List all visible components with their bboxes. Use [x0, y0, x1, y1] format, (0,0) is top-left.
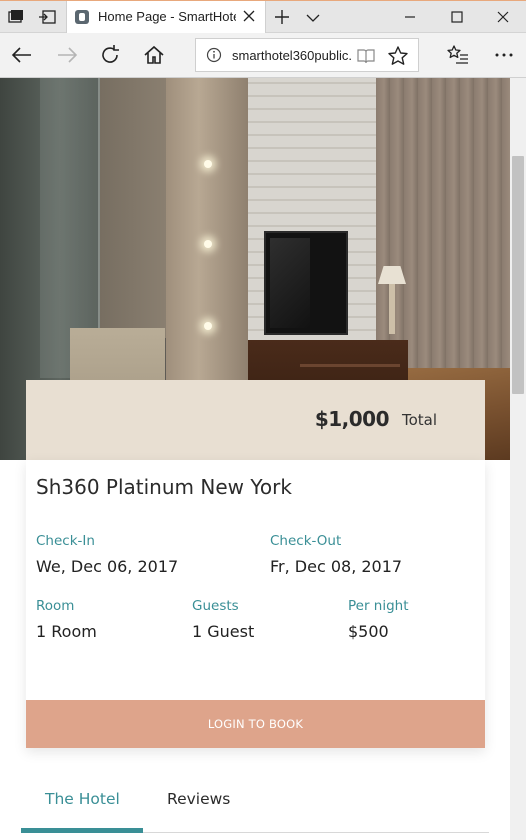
set-aside-icon[interactable] — [36, 6, 58, 28]
page-scrollbar[interactable] — [510, 78, 526, 840]
scrollbar-thumb[interactable] — [512, 156, 524, 394]
home-icon[interactable] — [142, 43, 166, 67]
page-viewport[interactable]: $1,000 Total Sh360 Platinum New York Che… — [0, 78, 510, 840]
browser-nav-bar: smarthotel360public.azurewebsites.net — [0, 33, 526, 78]
browser-tab-active[interactable]: Home Page - SmartHotel360 — [66, 1, 266, 33]
guests-value: 1 Guest — [192, 622, 255, 641]
tabs-divider — [143, 832, 489, 833]
tab-title: Home Page - SmartHotel360 — [98, 9, 236, 24]
more-icon[interactable] — [492, 43, 516, 67]
guests-label: Guests — [192, 598, 239, 614]
login-to-book-label: LOGIN TO BOOK — [207, 717, 304, 731]
forward-arrow-icon[interactable] — [55, 43, 79, 67]
login-to-book-button[interactable]: LOGIN TO BOOK — [26, 700, 485, 748]
checkin-label: Check-In — [36, 533, 95, 549]
refresh-icon[interactable] — [98, 43, 122, 67]
active-tab-indicator — [21, 828, 143, 833]
address-url[interactable]: smarthotel360public.azurewebsites.net — [232, 48, 352, 63]
address-bar[interactable]: smarthotel360public.azurewebsites.net — [195, 38, 419, 72]
smarthotel-favicon-icon — [75, 10, 89, 24]
price-band: $1,000 Total — [26, 380, 485, 460]
tabs-aside-icon[interactable] — [5, 6, 27, 28]
minimize-icon[interactable] — [400, 7, 420, 27]
favorites-list-icon[interactable] — [446, 43, 470, 67]
chevron-down-icon[interactable] — [305, 10, 321, 24]
hotel-name: Sh360 Platinum New York — [36, 475, 292, 499]
checkin-value: We, Dec 06, 2017 — [36, 557, 179, 576]
tab-reviews[interactable]: Reviews — [167, 790, 230, 808]
per-night-value: $500 — [348, 622, 389, 641]
tab-the-hotel[interactable]: The Hotel — [45, 790, 120, 808]
star-icon[interactable] — [387, 45, 409, 67]
total-label: Total — [401, 411, 437, 429]
checkout-value: Fr, Dec 08, 2017 — [270, 557, 403, 576]
per-night-label: Per night — [348, 598, 409, 614]
book-icon[interactable] — [356, 47, 376, 65]
close-icon[interactable] — [241, 8, 257, 24]
hotel-tabs: The Hotel Reviews — [0, 778, 510, 840]
checkout-label: Check-Out — [270, 533, 342, 549]
maximize-icon[interactable] — [447, 7, 467, 27]
window-close-icon[interactable] — [493, 7, 513, 27]
browser-tab-strip: Home Page - SmartHotel360 — [0, 0, 526, 33]
room-value: 1 Room — [36, 622, 97, 641]
info-icon[interactable] — [206, 47, 222, 63]
back-arrow-icon[interactable] — [10, 43, 34, 67]
plus-icon[interactable] — [272, 7, 292, 27]
total-price: $1,000 — [314, 407, 390, 431]
room-label: Room — [36, 598, 75, 614]
